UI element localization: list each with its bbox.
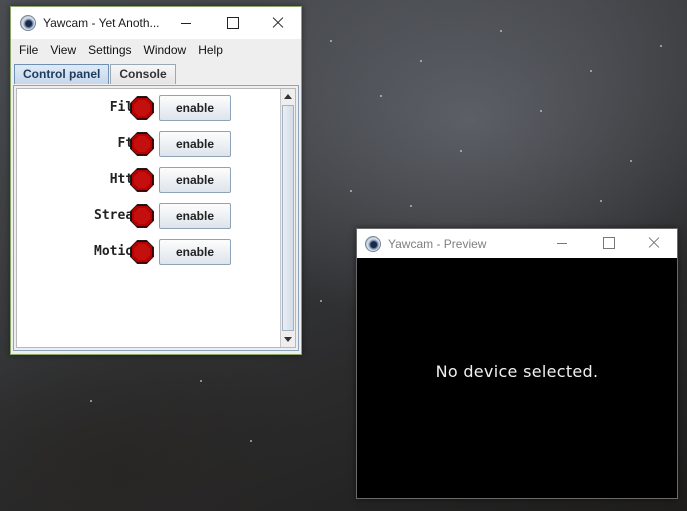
menu-help[interactable]: Help (193, 43, 228, 57)
preview-maximize-button[interactable] (585, 229, 631, 258)
preview-minimize-button[interactable] (539, 229, 585, 258)
menu-file[interactable]: File (14, 43, 43, 57)
enable-stream-button[interactable]: enable (159, 203, 231, 229)
webcam-icon (20, 15, 36, 31)
enable-motion-button[interactable]: enable (159, 239, 231, 265)
maximize-button[interactable] (209, 7, 255, 39)
control-panel: File enable Ftp enable Http enable Strea… (13, 85, 299, 351)
menu-window[interactable]: Window (139, 43, 192, 57)
no-device-message: No device selected. (435, 362, 599, 381)
menu-view[interactable]: View (45, 43, 81, 57)
status-stopped-indicator (131, 133, 153, 155)
control-panel-content: File enable Ftp enable Http enable Strea… (16, 88, 296, 348)
vertical-scrollbar[interactable] (280, 89, 295, 347)
status-stopped-indicator (131, 169, 153, 191)
service-row-file: File enable (17, 95, 247, 121)
scroll-up-arrow-icon[interactable] (281, 90, 295, 104)
enable-http-button[interactable]: enable (159, 167, 231, 193)
enable-file-button[interactable]: enable (159, 95, 231, 121)
tab-console[interactable]: Console (110, 64, 176, 84)
service-row-stream: Stream enable (17, 203, 247, 229)
minimize-button[interactable] (163, 7, 209, 39)
service-row-http: Http enable (17, 167, 247, 193)
main-window: Yawcam - Yet Anoth... File View Settings… (10, 6, 302, 355)
tab-control-panel[interactable]: Control panel (14, 64, 110, 84)
main-titlebar[interactable]: Yawcam - Yet Anoth... (11, 7, 301, 39)
tab-strip: Control panel Console (11, 61, 301, 84)
scrollbar-thumb[interactable] (282, 105, 294, 331)
preview-window-title: Yawcam - Preview (388, 236, 487, 251)
service-row-motion: Motion enable (17, 239, 247, 265)
webcam-icon (365, 235, 381, 252)
preview-window: Yawcam - Preview No device selected. (356, 228, 678, 499)
service-row-ftp: Ftp enable (17, 131, 247, 157)
status-stopped-indicator (131, 97, 153, 119)
enable-ftp-button[interactable]: enable (159, 131, 231, 157)
main-window-title: Yawcam - Yet Anoth... (43, 16, 160, 30)
preview-close-button[interactable] (631, 229, 677, 258)
scroll-down-arrow-icon[interactable] (281, 332, 295, 346)
preview-titlebar[interactable]: Yawcam - Preview (357, 229, 677, 258)
close-button[interactable] (255, 7, 301, 39)
menu-bar: File View Settings Window Help (11, 39, 301, 61)
menu-settings[interactable]: Settings (83, 43, 136, 57)
video-preview-area: No device selected. (357, 258, 677, 498)
status-stopped-indicator (131, 205, 153, 227)
